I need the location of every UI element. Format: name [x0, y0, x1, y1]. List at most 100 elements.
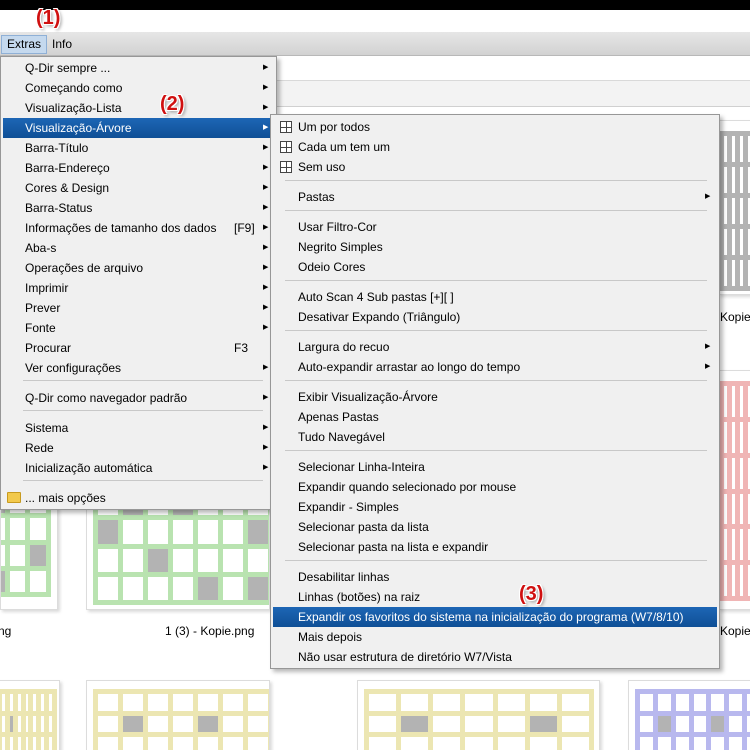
- menu-item-comecando-como[interactable]: Começando como ▶: [3, 78, 274, 98]
- thumbnail-cell: [729, 694, 743, 711]
- menu-item-sistema[interactable]: Sistema ▶: [3, 418, 274, 438]
- menu-item-ver-configuracoes[interactable]: Ver configurações ▶: [3, 358, 274, 378]
- menu-item-expandir-simples[interactable]: Expandir - Simples: [273, 497, 717, 517]
- menu-item-barra-endereco[interactable]: Barra-Endereço ▶: [3, 158, 274, 178]
- menu-item-fonte[interactable]: Fonte ▶: [3, 318, 274, 338]
- thumbnail-cell: [729, 715, 743, 733]
- menu-item-mais-depois[interactable]: Mais depois: [273, 627, 717, 647]
- thumbnail[interactable]: [0, 680, 60, 750]
- menu-item-operacoes-de-arquivo[interactable]: Operações de arquivo ▶: [3, 258, 274, 278]
- menu-item-sem-uso[interactable]: Sem uso: [273, 157, 717, 177]
- menu-item-auto-scan-4-sub-pastas[interactable]: Auto Scan 4 Sub pastas [+][ ]: [273, 287, 717, 307]
- menu-item-nao-usar-estrutura-de-diretorio-w7-vista[interactable]: Não usar estrutura de diretório W7/Vista: [273, 647, 717, 667]
- menu-item-cada-um-tem-um[interactable]: Cada um tem um: [273, 137, 717, 157]
- menu-item-um-por-todos[interactable]: Um por todos: [273, 117, 717, 137]
- thumbnail-cell: [223, 576, 243, 600]
- menu-item-desabilitar-linhas[interactable]: Desabilitar linhas: [273, 567, 717, 587]
- menu-item-selecionar-pasta-na-lista-e-expandir[interactable]: Selecionar pasta na lista e expandir: [273, 537, 717, 557]
- menu-item-q-dir-sempre[interactable]: Q-Dir sempre ... ▶: [3, 58, 274, 78]
- submenu-arrow-icon: ▶: [263, 84, 269, 91]
- menu-info[interactable]: Info: [47, 35, 77, 54]
- menu-item-shortcut: F3: [234, 341, 249, 355]
- thumbnail-cell: [1, 570, 5, 592]
- menu-item-label: Ver configurações: [25, 361, 122, 375]
- menu-item-odeio-cores[interactable]: Odeio Cores: [273, 257, 717, 277]
- thumbnail-cell: [123, 548, 143, 572]
- thumbnail-cell: [148, 694, 168, 711]
- menu-extras[interactable]: Extras: [1, 35, 48, 54]
- menu-item-cores-design[interactable]: Cores & Design ▶: [3, 178, 274, 198]
- menu-item-label: Visualização-Árvore: [25, 121, 132, 135]
- menu-item-label: Barra-Status: [25, 201, 93, 215]
- menu-item-selecionar-pasta-da-lista[interactable]: Selecionar pasta da lista: [273, 517, 717, 537]
- thumbnail-cell: [248, 576, 268, 600]
- menu-separator: [285, 330, 707, 331]
- menu-item-label: Selecionar Linha-Inteira: [298, 460, 425, 474]
- thumbnail-cell: [198, 715, 218, 733]
- menu-item-negrito-simples[interactable]: Negrito Simples: [273, 237, 717, 257]
- menu-item-prever[interactable]: Prever ▶: [3, 298, 274, 318]
- menu-item-visualizacao-arvore[interactable]: Visualização-Árvore ▶: [3, 118, 274, 138]
- menu-item-procurar[interactable]: Procurar F3: [3, 338, 274, 358]
- thumbnail-cell: [248, 520, 268, 544]
- menu-separator: [285, 450, 707, 451]
- top-strip: [0, 10, 750, 32]
- thumbnail-cell: [675, 694, 689, 711]
- menu-item-label: Um por todos: [298, 120, 371, 134]
- thumbnail[interactable]: [628, 680, 750, 750]
- menu-item-auto-expandir-arrastar-ao-longo-do-tempo[interactable]: Auto-expandir arrastar ao longo do tempo…: [273, 357, 717, 377]
- menu-bar: Extras Info: [0, 32, 750, 56]
- menu-item-barra-titulo[interactable]: Barra-Título ▶: [3, 138, 274, 158]
- thumbnail-cell: [529, 694, 557, 711]
- thumbnail[interactable]: [718, 370, 750, 610]
- thumbnail-cell: [724, 493, 727, 525]
- thumbnail[interactable]: [86, 680, 270, 750]
- submenu-arrow-icon: ▶: [263, 64, 269, 71]
- menu-item-barra-status[interactable]: Barra-Status ▶: [3, 198, 274, 218]
- menu-item-desativar-expando-triangulo[interactable]: Desativar Expando (Triângulo): [273, 307, 717, 327]
- thumbnail[interactable]: [357, 680, 600, 750]
- menu-item-exibir-visualizacao-arvore[interactable]: Exibir Visualização-Árvore: [273, 387, 717, 407]
- thumbnail-cell: [724, 229, 727, 255]
- menu-item-usar-filtro-cor[interactable]: Usar Filtro-Cor: [273, 217, 717, 237]
- menu-item-inicializacao-automatica[interactable]: Inicialização automática ▶: [3, 458, 274, 478]
- thumbnail-cell: [731, 529, 735, 561]
- menu-item-largura-do-recuo[interactable]: Largura do recuo ▶: [273, 337, 717, 357]
- menu-item-expandir-quando-selecionado-por-mouse[interactable]: Expandir quando selecionado por mouse: [273, 477, 717, 497]
- menu-item-pastas[interactable]: Pastas ▶: [273, 187, 717, 207]
- menu-item-linhas-botoes-na-raiz[interactable]: Linhas (botões) na raiz: [273, 587, 717, 607]
- menu-item-apenas-pastas[interactable]: Apenas Pastas: [273, 407, 717, 427]
- menu-item-tudo-navegavel[interactable]: Tudo Navegável: [273, 427, 717, 447]
- menu-item-informacoes-de-tamanho-dos-dados[interactable]: Informações de tamanho dos dados [F9] ▶: [3, 218, 274, 238]
- thumbnail-cell: [739, 457, 743, 489]
- thumbnail-cell: [30, 518, 46, 540]
- thumbnail-cell: [731, 386, 735, 417]
- thumbnail-cell: [25, 737, 29, 750]
- menu-item-label: Desativar Expando (Triângulo): [298, 310, 461, 324]
- thumbnail-cell: [693, 694, 707, 711]
- thumbnail-cell: [369, 715, 397, 733]
- menu-item-imprimir[interactable]: Imprimir ▶: [3, 278, 274, 298]
- thumbnail-cell: [369, 737, 397, 750]
- menu-item-selecionar-linha-inteira[interactable]: Selecionar Linha-Inteira: [273, 457, 717, 477]
- menu-item-label: Auto Scan 4 Sub pastas [+][ ]: [298, 290, 454, 304]
- thumbnail-cell: [173, 548, 193, 572]
- thumbnail-cell: [657, 694, 671, 711]
- menu-item-rede[interactable]: Rede ▶: [3, 438, 274, 458]
- thumbnail-cell: [98, 520, 118, 544]
- thumbnail-cell: [123, 737, 143, 750]
- menu-item-expandir-os-favoritos-do-sistema-na-inicializacao-do-programa-w7-8-10[interactable]: Expandir os favoritos do sistema na inic…: [273, 607, 717, 627]
- menu-item-visualizacao-lista[interactable]: Visualização-Lista ▶: [3, 98, 274, 118]
- menu-item-label: Tudo Navegável: [298, 430, 385, 444]
- thumbnail[interactable]: [718, 120, 750, 295]
- menu-item-label: Aba-s: [25, 241, 57, 255]
- menu-separator: [285, 280, 707, 281]
- submenu-arrow-icon: ▶: [263, 264, 269, 271]
- menu-item-mais-opcoes[interactable]: ... mais opções: [3, 488, 274, 508]
- menu-item-q-dir-como-navegador-padrao[interactable]: Q-Dir como navegador padrão ▶: [3, 388, 274, 408]
- thumbnail-cell: [369, 694, 397, 711]
- menu-item-label: Rede: [25, 441, 54, 455]
- thumbnail-cell: [198, 694, 218, 711]
- menu-item-aba-s[interactable]: Aba-s ▶: [3, 238, 274, 258]
- thumbnail-cell: [223, 715, 243, 733]
